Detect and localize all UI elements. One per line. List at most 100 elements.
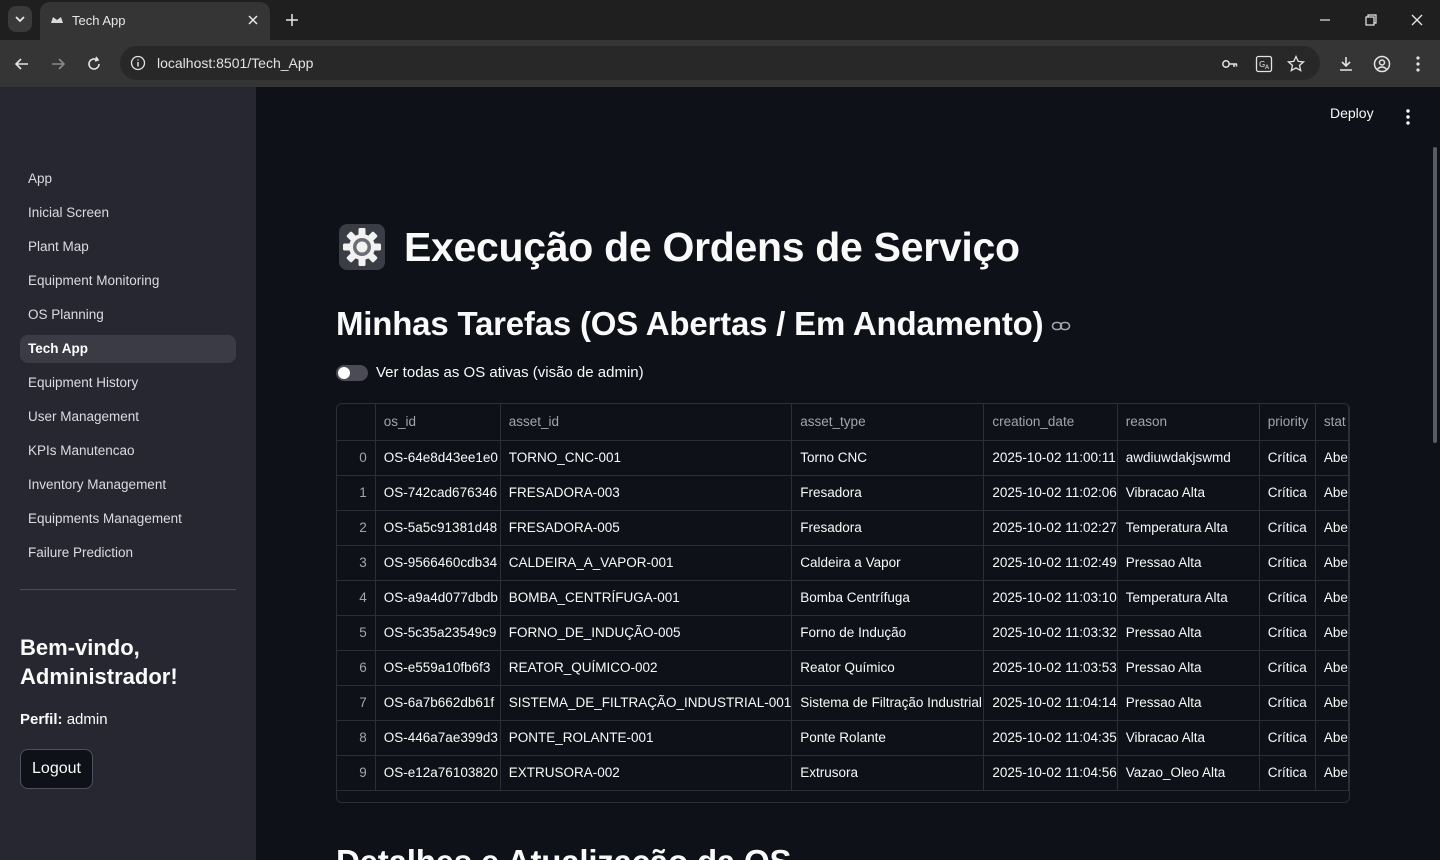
table-cell: TORNO_CNC-001 (500, 440, 793, 476)
site-info-icon[interactable] (130, 55, 146, 71)
table-cell: 2025-10-02 11:04:56 (983, 755, 1118, 791)
svg-text:A: A (1265, 64, 1270, 71)
admin-view-toggle[interactable] (336, 364, 368, 381)
row-index: 4 (337, 580, 376, 616)
table-cell: awdiuwdakjswmd (1117, 440, 1260, 476)
table-row[interactable]: 4 OS-a9a4d077dbdb BOMBA_CENTRÍFUGA-001 Bomb… (337, 580, 1349, 616)
sidebar-item[interactable]: Equipments Management (20, 505, 236, 533)
chevron-down-icon (15, 16, 25, 23)
sidebar: App Inicial Screen Plant Map Equipment Moni… (0, 87, 256, 860)
profile-button[interactable] (1370, 52, 1394, 76)
table-cell: Forno de Indução (791, 615, 985, 651)
sidebar-item[interactable]: Equipment Monitoring (20, 267, 236, 295)
sidebar-item[interactable]: Inicial Screen (20, 199, 236, 227)
table-row[interactable]: 6 OS-e559a10fb6f3 REATOR_QUÍMICO-002 Reator… (337, 650, 1349, 686)
column-header[interactable]: asset_type (791, 404, 985, 441)
new-tab-button[interactable] (282, 10, 302, 30)
link-icon[interactable] (1051, 316, 1071, 336)
column-header[interactable]: reason (1117, 404, 1260, 441)
sidebar-item[interactable]: Inventory Management (20, 471, 236, 499)
forward-button[interactable] (46, 52, 70, 76)
table-row[interactable]: 1 OS-742cad676346 FRESADORA-003 Fresadora 20… (337, 475, 1349, 511)
table-cell: Abe (1315, 685, 1349, 721)
table-cell: Reator Químico (791, 650, 985, 686)
column-header[interactable]: os_id (375, 404, 501, 441)
table-cell: 2025-10-02 11:02:06 (983, 475, 1118, 511)
profile-label: Perfil: (20, 711, 63, 728)
table-cell: Pressao Alta (1117, 685, 1260, 721)
table-cell: Fresadora (791, 475, 985, 511)
table-row[interactable]: 9 OS-e12a76103820 EXTRUSORA-002 Extrusora 20… (337, 755, 1349, 791)
close-tab-button[interactable] (244, 11, 262, 29)
tab-search-button[interactable] (8, 6, 32, 32)
browser-menu-button[interactable] (1406, 52, 1430, 76)
page-title: Execução de Ordens de Serviço (336, 221, 1020, 273)
minimize-button[interactable] (1310, 8, 1340, 32)
table-row[interactable]: 7 OS-6a7b662db61f SISTEMA_DE_FILTRAÇÃO_IND… (337, 685, 1349, 721)
bookmark-star-icon[interactable] (1286, 54, 1306, 74)
table-cell: Abe (1315, 545, 1349, 581)
admin-view-toggle-label: Ver todas as OS ativas (visão de admin) (376, 364, 644, 381)
table-row[interactable]: 3 OS-9566460cdb34 CALDEIRA_A_VAPOR-001 Cald… (337, 545, 1349, 581)
next-section-heading: Detalhes e Atualização da OS (336, 843, 792, 860)
table-cell: Vibracao Alta (1117, 720, 1260, 756)
table-row[interactable]: 0 OS-64e8d43ee1e0 TORNO_CNC-001 Torno CNC 20… (337, 440, 1349, 476)
table-cell: OS-5c35a23549c9 (375, 615, 501, 651)
column-header[interactable]: asset_id (500, 404, 793, 441)
logout-button[interactable]: Logout (20, 749, 93, 789)
table-body: 0 OS-64e8d43ee1e0 TORNO_CNC-001 Torno CNC 20… (337, 440, 1349, 791)
app-menu-button[interactable] (1398, 107, 1418, 127)
back-button[interactable] (10, 52, 34, 76)
column-header[interactable]: creation_date (983, 404, 1118, 441)
close-icon (248, 15, 258, 25)
welcome-message: Bem-vindo, Administrador! (20, 635, 178, 689)
table-cell: Sistema de Filtração Industrial (791, 685, 985, 721)
deploy-button[interactable]: Deploy (1330, 105, 1374, 121)
table-cell: Crítica (1259, 615, 1316, 651)
sidebar-item[interactable]: App (20, 165, 236, 193)
sidebar-item[interactable]: Equipment History (20, 369, 236, 397)
download-icon (1340, 57, 1352, 71)
table-cell: Abe (1315, 510, 1349, 546)
table-cell: Bomba Centrífuga (791, 580, 985, 616)
table-row[interactable]: 5 OS-5c35a23549c9 FORNO_DE_INDUÇÃO-005 Forn… (337, 615, 1349, 651)
close-window-button[interactable] (1402, 8, 1432, 32)
password-key-icon[interactable] (1220, 54, 1240, 74)
column-header[interactable]: priority (1259, 404, 1316, 441)
reload-icon (88, 56, 100, 70)
os-dataframe[interactable]: os_id asset_id asset_type creation_date reas… (336, 403, 1350, 803)
translate-icon[interactable]: GA (1254, 54, 1274, 74)
download-button[interactable] (1334, 52, 1358, 76)
reload-button[interactable] (82, 52, 106, 76)
address-bar[interactable]: localhost:8501/Tech_App GA (120, 46, 1320, 80)
table-cell: Abe (1315, 580, 1349, 616)
sidebar-item[interactable]: Tech App (20, 335, 236, 363)
browser-tab[interactable]: Tech App (40, 2, 270, 40)
page-scrollbar[interactable] (1433, 147, 1437, 443)
table-row[interactable]: 8 OS-446a7ae399d3 PONTE_ROLANTE-001 Ponte R… (337, 720, 1349, 756)
row-index: 1 (337, 475, 376, 511)
sidebar-item[interactable]: Plant Map (20, 233, 236, 261)
table-cell: Pressao Alta (1117, 615, 1260, 651)
sidebar-item[interactable]: Failure Prediction (20, 539, 236, 567)
table-cell: OS-64e8d43ee1e0 (375, 440, 501, 476)
table-cell: FORNO_DE_INDUÇÃO-005 (500, 615, 793, 651)
sidebar-item[interactable]: KPIs Manutencao (20, 437, 236, 465)
url-text[interactable]: localhost:8501/Tech_App (157, 55, 313, 71)
table-cell: OS-e12a76103820 (375, 755, 501, 791)
restore-button[interactable] (1356, 8, 1386, 32)
row-index: 6 (337, 650, 376, 686)
table-row[interactable]: 2 OS-5a5c91381d48 FRESADORA-005 Fresadora 20… (337, 510, 1349, 546)
admin-view-toggle-row[interactable]: Ver todas as OS ativas (visão de admin) (336, 364, 644, 381)
table-cell: REATOR_QUÍMICO-002 (500, 650, 793, 686)
sidebar-item[interactable]: OS Planning (20, 301, 236, 329)
table-cell: Caldeira a Vapor (791, 545, 985, 581)
column-header[interactable]: stat (1315, 404, 1349, 441)
toggle-knob (338, 366, 350, 379)
table-cell: Torno CNC (791, 440, 985, 476)
sidebar-item[interactable]: User Management (20, 403, 236, 431)
table-cell: Crítica (1259, 580, 1316, 616)
table-cell: Abe (1315, 475, 1349, 511)
table-cell: Crítica (1259, 545, 1316, 581)
browser-toolbar: localhost:8501/Tech_App GA (0, 40, 1440, 87)
